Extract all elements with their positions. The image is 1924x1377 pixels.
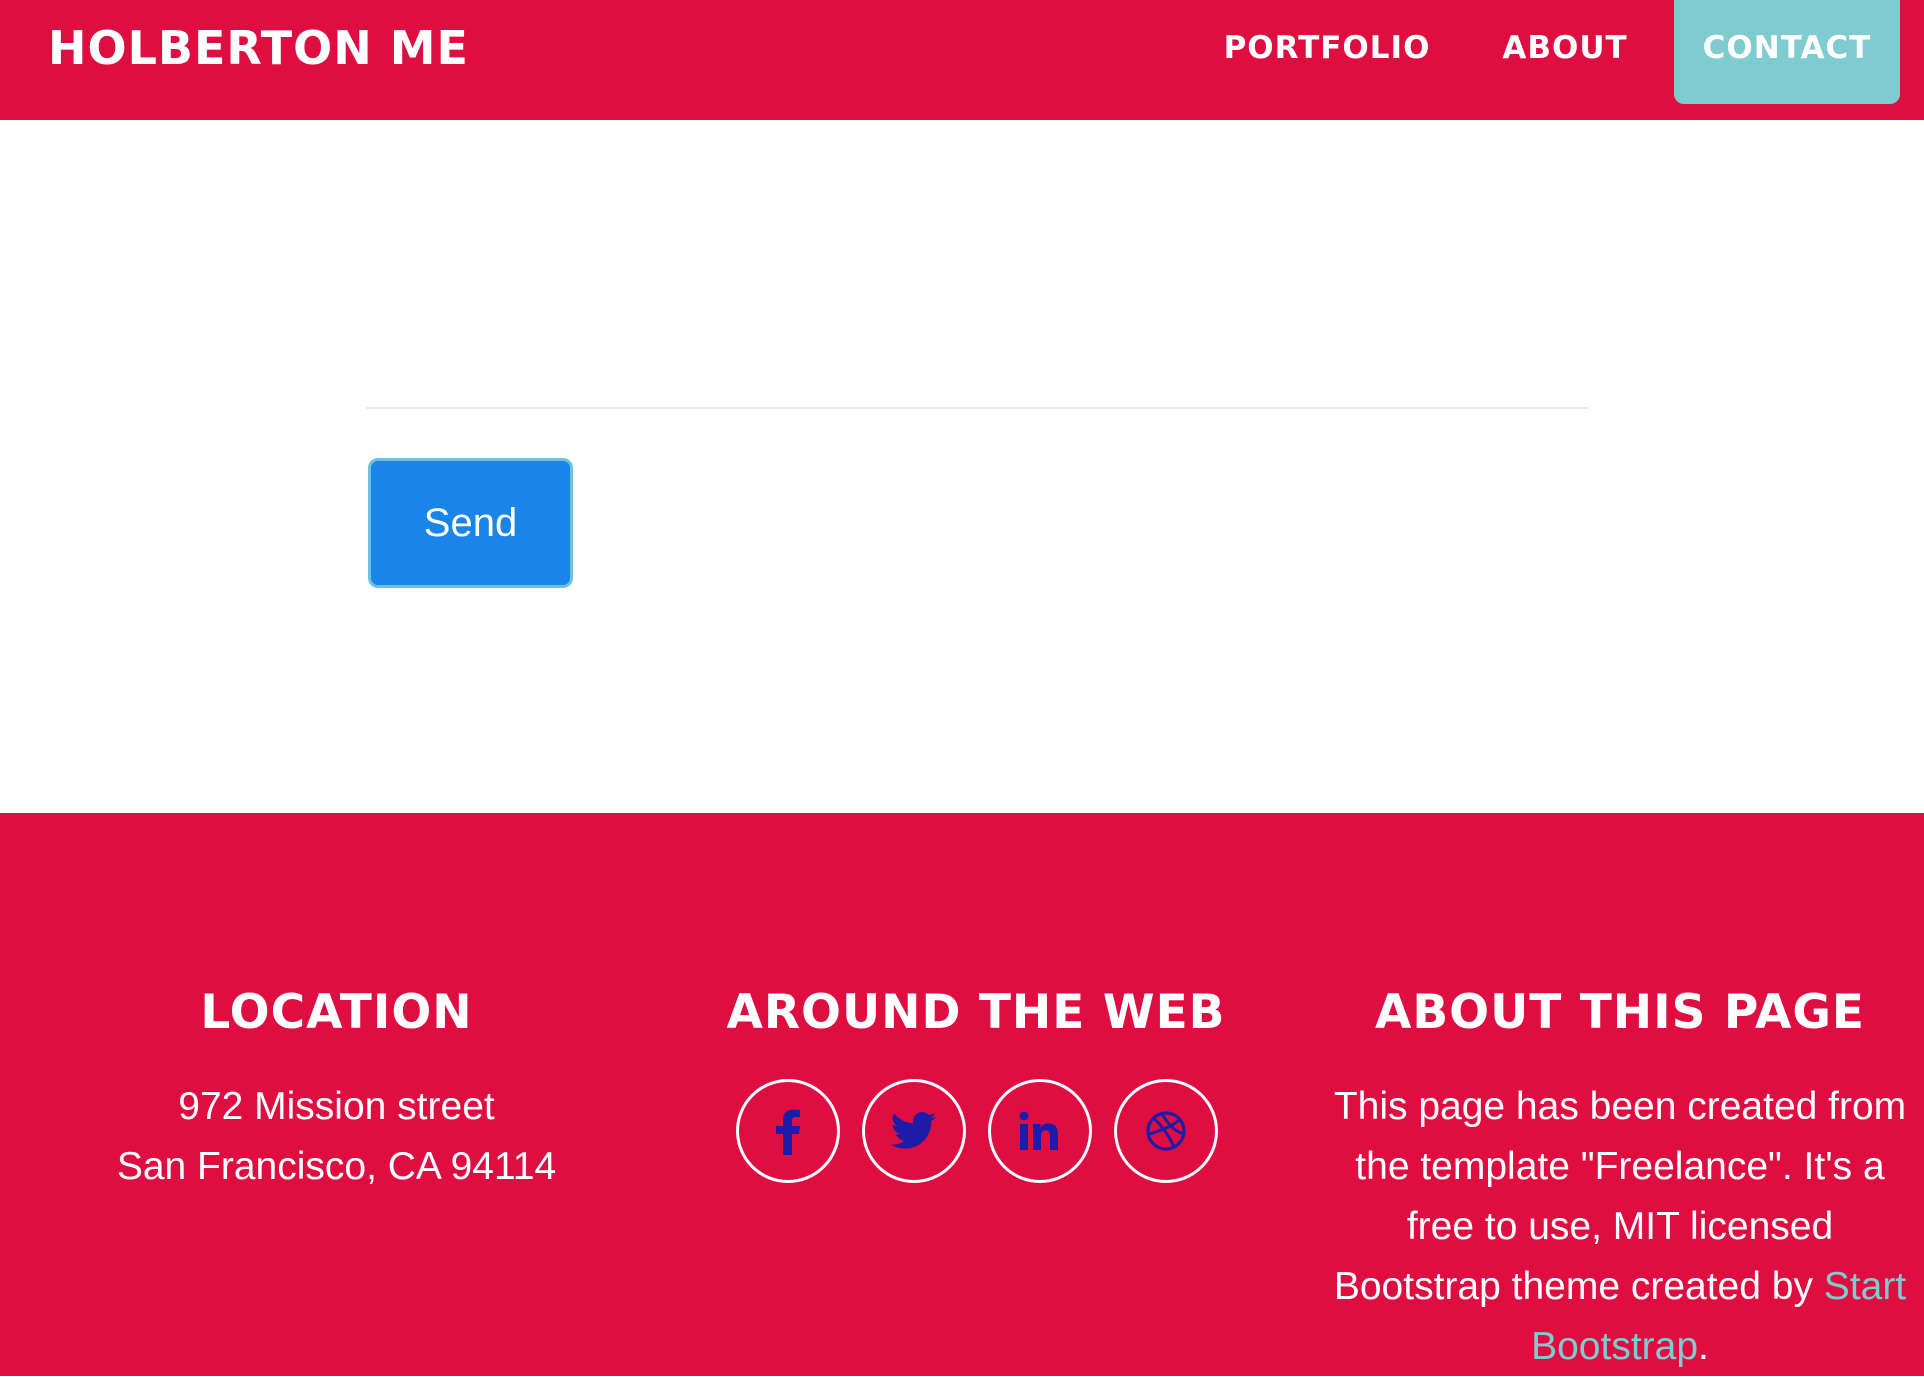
location-address: 972 Mission street San Francisco, CA 941… xyxy=(78,1077,595,1197)
nav-item-portfolio[interactable]: PORTFOLIO xyxy=(1214,0,1440,96)
dribbble-icon xyxy=(1146,1111,1186,1151)
navbar: HOLBERTON ME PORTFOLIO ABOUT CONTACT xyxy=(0,0,1924,120)
about-this-page-text: This page has been created from the temp… xyxy=(1330,1077,1910,1377)
twitter-icon xyxy=(891,1112,937,1149)
linkedin-icon xyxy=(1019,1111,1058,1150)
twitter-button[interactable] xyxy=(862,1079,966,1183)
send-button[interactable]: Send xyxy=(368,458,573,588)
address-line-2: San Francisco, CA 94114 xyxy=(116,1145,557,1188)
message-field-underline xyxy=(366,407,1588,409)
dribbble-button[interactable] xyxy=(1114,1079,1218,1183)
footer: LOCATION 972 Mission street San Francisc… xyxy=(0,813,1924,1376)
about-text-period: . xyxy=(1698,1325,1709,1368)
location-heading: LOCATION xyxy=(200,985,473,1040)
social-links xyxy=(736,1079,1236,1183)
around-the-web-heading: AROUND THE WEB xyxy=(726,985,1226,1040)
about-text-body: This page has been created from the temp… xyxy=(1333,1085,1907,1308)
linkedin-button[interactable] xyxy=(988,1079,1092,1183)
brand-link[interactable]: HOLBERTON ME xyxy=(48,0,469,96)
about-this-page-heading: ABOUT THIS PAGE xyxy=(1374,985,1866,1040)
facebook-button[interactable] xyxy=(736,1079,840,1183)
nav-item-about[interactable]: ABOUT xyxy=(1496,0,1634,96)
nav-item-contact[interactable]: CONTACT xyxy=(1674,0,1900,104)
address-line-1: 972 Mission street xyxy=(178,1085,495,1128)
facebook-icon xyxy=(776,1109,800,1155)
